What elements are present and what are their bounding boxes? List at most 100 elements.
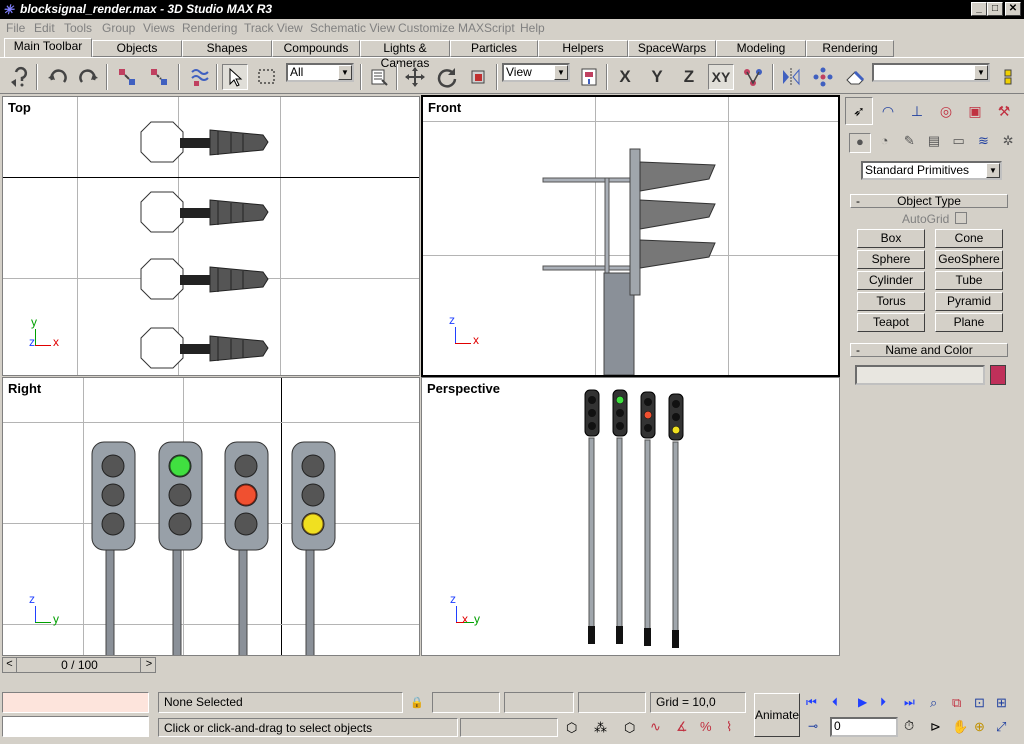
tab-objects[interactable]: Objects	[92, 40, 182, 57]
play-icon[interactable]: ▶	[858, 695, 867, 709]
maxscript-listener-bottom[interactable]	[2, 716, 149, 737]
viewport-top[interactable]: Top y z x	[2, 96, 420, 376]
restrict-xy-button[interactable]: XY	[708, 64, 734, 90]
bind-to-spacewarp-icon[interactable]	[186, 64, 212, 90]
cube-icon[interactable]: ⬡	[624, 720, 635, 736]
geometry-icon[interactable]: ●	[849, 133, 871, 153]
move-icon[interactable]	[402, 64, 428, 90]
tab-spacewarps[interactable]: SpaceWarps	[628, 40, 716, 57]
select-by-name-icon[interactable]	[366, 64, 392, 90]
arc-rotate-icon[interactable]: ⊕	[974, 719, 985, 735]
menu-file[interactable]: File	[6, 21, 25, 35]
track-bar[interactable]	[158, 657, 840, 673]
spinner-snap-icon[interactable]: ⌇	[726, 719, 732, 735]
menu-group[interactable]: Group	[102, 21, 135, 35]
next-frame-icon[interactable]: ⏵	[880, 695, 886, 710]
tab-rendering[interactable]: Rendering	[806, 40, 894, 57]
zoom-extents-all-icon[interactable]: ⊞	[996, 695, 1007, 711]
animate-button[interactable]: Animate	[754, 693, 800, 737]
motion-tab-icon[interactable]: ◎	[932, 97, 960, 125]
menu-customize[interactable]: Customize	[398, 21, 455, 35]
window-crossing-icon[interactable]: ⁂	[594, 720, 607, 736]
field-of-view-icon[interactable]: ⊳	[930, 719, 941, 735]
menu-track-view[interactable]: Track View	[244, 21, 303, 35]
percent-snap-icon[interactable]: %	[700, 719, 712, 734]
previous-frame-icon[interactable]: ⏴	[832, 695, 838, 710]
tab-compounds[interactable]: Compounds	[272, 40, 360, 57]
pivot-center-icon[interactable]	[576, 64, 602, 90]
pyramid-button[interactable]: Pyramid	[935, 292, 1003, 311]
scale-icon[interactable]	[466, 64, 492, 90]
viewport-label-top[interactable]: Top	[8, 100, 31, 115]
spacewarps-icon[interactable]: ≋	[973, 133, 995, 153]
time-slider[interactable]: < 0 / 100 >	[2, 657, 156, 673]
go-to-start-icon[interactable]: ⏮	[806, 695, 817, 710]
coord-z-field[interactable]	[578, 692, 646, 713]
object-color-swatch[interactable]	[990, 365, 1006, 385]
viewport-right[interactable]: Right z y	[2, 377, 420, 656]
autogrid-checkbox[interactable]	[955, 212, 967, 224]
menu-tools[interactable]: Tools	[64, 21, 92, 35]
hierarchy-tab-icon[interactable]: ⊥	[903, 97, 931, 125]
coord-y-field[interactable]	[504, 692, 574, 713]
box-button[interactable]: Box	[857, 229, 925, 248]
name-color-rollout-header[interactable]: - Name and Color	[850, 343, 1008, 357]
viewport-perspective[interactable]: Perspective z x y	[421, 377, 840, 656]
sphere-button[interactable]: Sphere	[857, 250, 925, 269]
selection-filter-dropdown[interactable]: All ▼	[286, 63, 354, 82]
coord-x-field[interactable]	[432, 692, 500, 713]
menu-views[interactable]: Views	[143, 21, 175, 35]
mirror-icon[interactable]	[778, 64, 804, 90]
zoom-icon[interactable]: ⌕	[930, 695, 937, 711]
tube-button[interactable]: Tube	[935, 271, 1003, 290]
maxscript-listener-top[interactable]	[2, 692, 149, 713]
menu-schematic-view[interactable]: Schematic View	[310, 21, 395, 35]
object-name-field[interactable]	[855, 365, 985, 385]
torus-button[interactable]: Torus	[857, 292, 925, 311]
viewport-label-right[interactable]: Right	[8, 381, 41, 396]
undo-icon[interactable]	[44, 64, 70, 90]
restrict-z-button[interactable]: Z	[676, 64, 702, 90]
go-to-end-icon[interactable]: ⏭	[904, 695, 915, 710]
systems-icon[interactable]: ✲	[997, 133, 1019, 153]
menu-edit[interactable]: Edit	[34, 21, 55, 35]
rectangular-selection-icon[interactable]	[254, 64, 280, 90]
utilities-tab-icon[interactable]: ⚒	[990, 97, 1018, 125]
cone-button[interactable]: Cone	[935, 229, 1003, 248]
current-frame-field[interactable]: 0	[830, 717, 898, 737]
inverse-kinematics-icon[interactable]	[740, 64, 766, 90]
maximize-button[interactable]: □	[987, 2, 1003, 16]
help-icon[interactable]	[6, 64, 32, 90]
rotate-icon[interactable]	[434, 64, 460, 90]
teapot-button[interactable]: Teapot	[857, 313, 925, 332]
shapes-icon[interactable]: ◔	[874, 133, 896, 153]
primitive-type-dropdown[interactable]: Standard Primitives ▼	[861, 161, 1002, 180]
restrict-x-button[interactable]: X	[612, 64, 638, 90]
reference-coord-dropdown[interactable]: View ▼	[502, 63, 570, 82]
lock-selection-icon[interactable]: 🔒	[410, 696, 424, 709]
tab-particles[interactable]: Particles	[450, 40, 538, 57]
array-icon[interactable]	[810, 64, 836, 90]
minimize-button[interactable]: _	[971, 2, 987, 16]
unlink-selection-icon[interactable]	[146, 64, 172, 90]
viewport-label-front[interactable]: Front	[428, 100, 461, 115]
redo-icon[interactable]	[76, 64, 102, 90]
key-mode-icon[interactable]: ⊸	[808, 719, 818, 733]
cylinder-button[interactable]: Cylinder	[857, 271, 925, 290]
menu-help[interactable]: Help	[520, 21, 545, 35]
select-object-icon[interactable]	[222, 64, 248, 90]
toolbar-more-icon[interactable]	[1000, 64, 1022, 90]
geosphere-button[interactable]: GeoSphere	[935, 250, 1003, 269]
tab-lights-cameras[interactable]: Lights & Cameras	[360, 40, 450, 70]
select-and-link-icon[interactable]	[114, 64, 140, 90]
helpers-icon[interactable]: ▭	[948, 133, 970, 153]
time-config-icon[interactable]: ⏱	[904, 718, 914, 734]
create-tab-icon[interactable]: ➶	[845, 97, 873, 125]
tab-shapes[interactable]: Shapes	[182, 40, 272, 57]
time-prev-button[interactable]: <	[3, 658, 17, 672]
modify-tab-icon[interactable]: ◠	[874, 97, 902, 125]
menu-maxscript[interactable]: MAXScript	[458, 21, 515, 35]
viewport-label-perspective[interactable]: Perspective	[427, 381, 500, 396]
pan-icon[interactable]: ✋	[952, 719, 968, 735]
menu-rendering[interactable]: Rendering	[182, 21, 237, 35]
